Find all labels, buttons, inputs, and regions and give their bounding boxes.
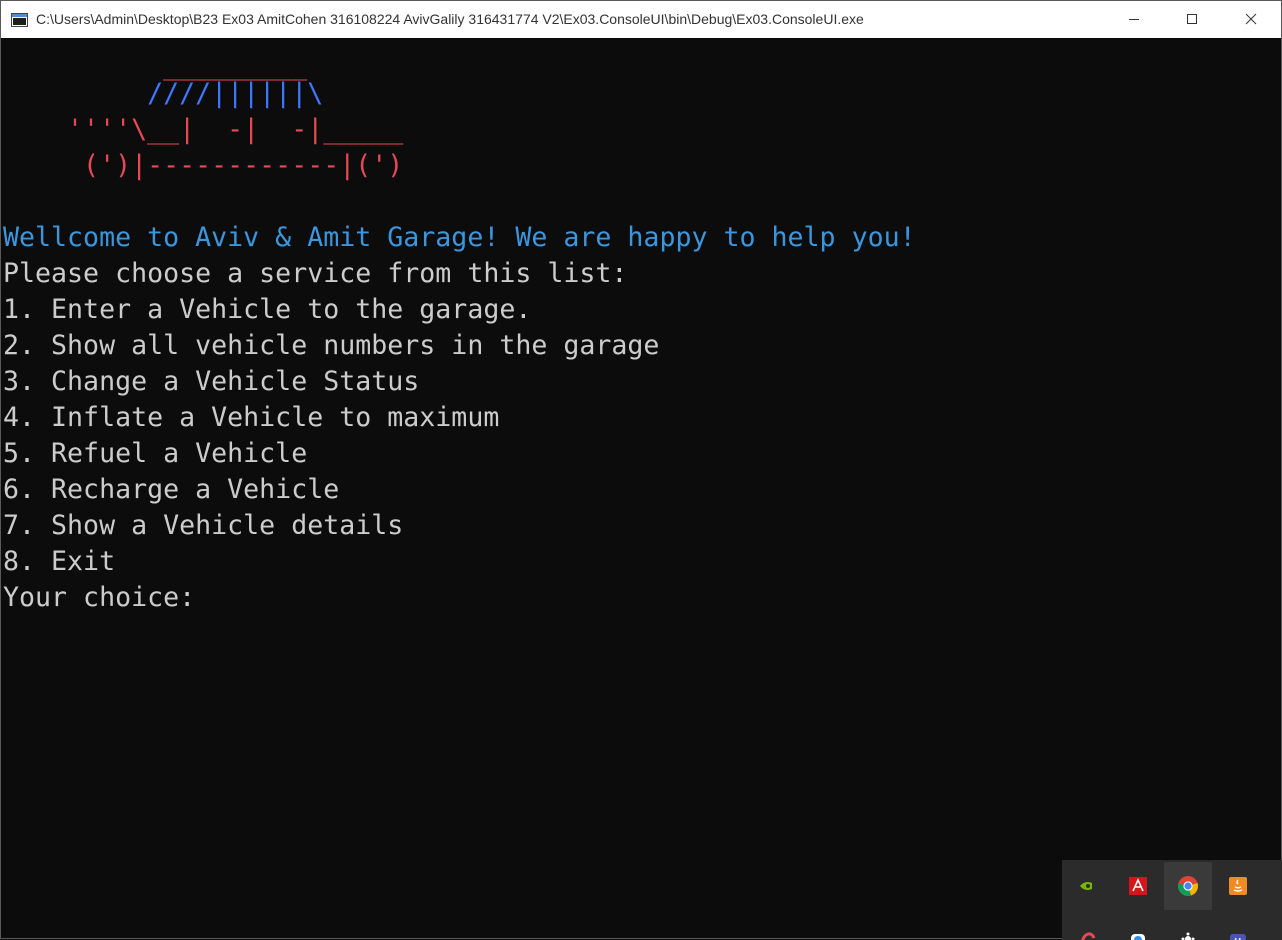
maximize-button[interactable] [1163, 1, 1221, 38]
menu-item-change-status: 3. Change a Vehicle Status [3, 364, 419, 400]
menu-item-enter-vehicle: 1. Enter a Vehicle to the garage. [3, 292, 531, 328]
minimize-button[interactable] [1105, 1, 1163, 38]
menu-item-recharge: 6. Recharge a Vehicle [3, 472, 339, 508]
adobe-acrobat-icon[interactable] [1114, 862, 1162, 910]
minimize-icon [1128, 10, 1140, 29]
system-tray-overflow [1062, 860, 1282, 940]
console-output[interactable]: _________ ////||||||\ ''''\__| -| -|____… [1, 38, 1281, 938]
java-icon[interactable] [1214, 862, 1262, 910]
menu-item-refuel: 5. Refuel a Vehicle [3, 436, 307, 472]
menu-item-exit: 8. Exit [3, 544, 115, 580]
menu-item-show-numbers: 2. Show all vehicle numbers in the garag… [3, 328, 659, 364]
chrome-icon[interactable] [1164, 862, 1212, 910]
ascii-car-wheels: (')|------------|(') [3, 148, 403, 184]
close-icon [1245, 10, 1257, 29]
teams-partial-icon[interactable] [1214, 912, 1262, 940]
nvidia-icon[interactable] [1064, 862, 1112, 910]
console-window: C:\Users\Admin\Desktop\B23 Ex03 AmitCohe… [0, 0, 1282, 939]
maximize-icon [1186, 10, 1198, 29]
menu-item-show-details: 7. Show a Vehicle details [3, 508, 403, 544]
menu-item-inflate: 4. Inflate a Vehicle to maximum [3, 400, 499, 436]
ascii-car-window: ////||||||\ [3, 76, 323, 112]
welcome-message: Wellcome to Aviv & Amit Garage! We are h… [3, 220, 916, 256]
onedrive-partial-icon[interactable] [1064, 912, 1112, 940]
close-button[interactable] [1222, 1, 1280, 38]
slack-partial-icon[interactable] [1114, 912, 1162, 940]
console-app-icon [11, 12, 28, 26]
choice-prompt[interactable]: Your choice: [3, 580, 195, 616]
ascii-car-body: ''''\__| -| -|_____ [3, 112, 403, 148]
service-prompt: Please choose a service from this list: [3, 256, 627, 292]
window-title: C:\Users\Admin\Desktop\B23 Ex03 AmitCohe… [36, 11, 864, 27]
app-partial-icon[interactable] [1164, 912, 1212, 940]
title-bar[interactable]: C:\Users\Admin\Desktop\B23 Ex03 AmitCohe… [1, 1, 1281, 38]
